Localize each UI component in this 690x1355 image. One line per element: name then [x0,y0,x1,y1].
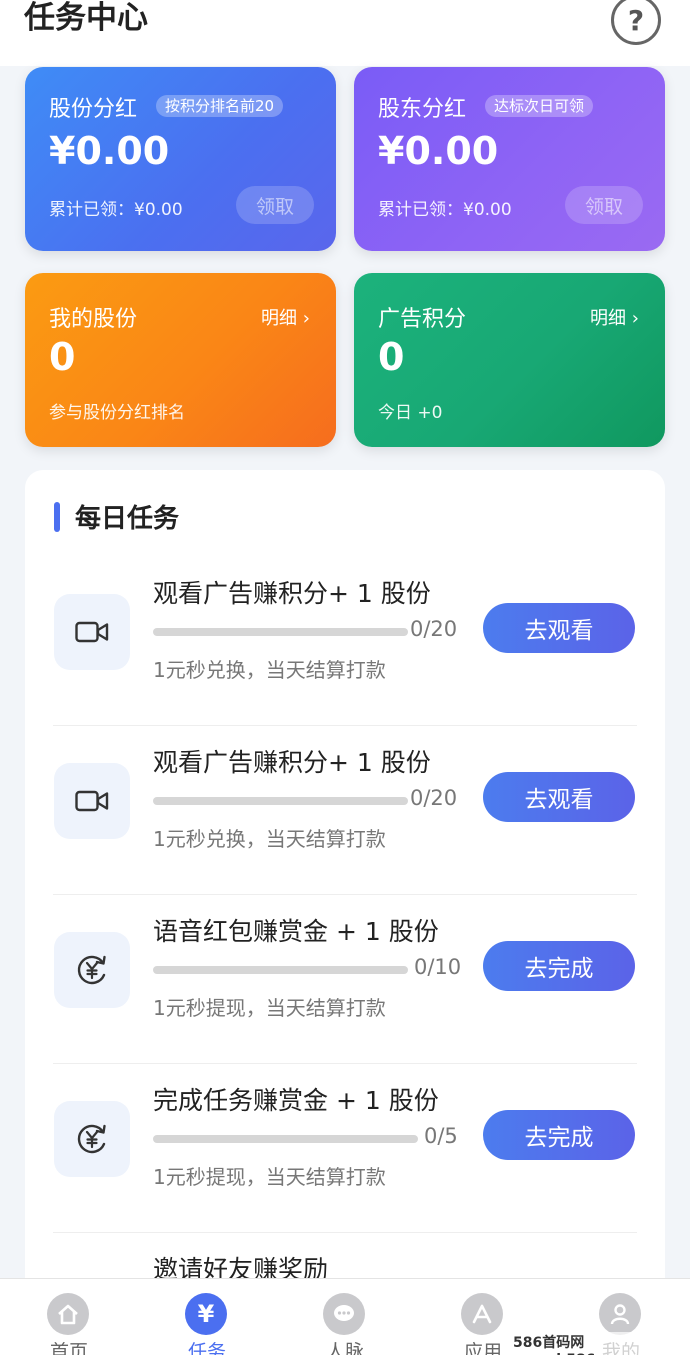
tab-network[interactable]: 人脉 [276,1279,414,1355]
card-title: 股份分红 [49,97,138,122]
task-icon-box [54,1101,130,1177]
header: 任务中心 ? [0,0,690,66]
task-description: 1元秒提现，当天结算打款 [153,996,386,1020]
task-title: 观看广告赚积分+ 1 股份 [153,748,431,777]
tab-label: 首页 [49,1341,88,1355]
progress-bar [153,797,408,805]
tab-label: 任务 [187,1341,226,1355]
task-icon-box [54,763,130,839]
task-title: 语音红包赚赏金 + 1 股份 [153,917,439,946]
section-title: 每日任务 [75,504,180,534]
ad-points-card[interactable]: 广告积分 明细 › 0 今日 +0 [354,273,665,447]
tab-label: 人脉 [325,1341,364,1355]
task-row: 观看广告赚积分+ 1 股份 0/20 1元秒兑换，当天结算打款 去观看 [25,557,665,726]
user-icon [599,1293,641,1335]
progress-text: 0/10 [414,955,462,979]
task-title: 完成任务赚赏金 + 1 股份 [153,1086,439,1115]
task-icon-box [54,594,130,670]
daily-tasks-panel: 每日任务 观看广告赚积分+ 1 股份 0/20 1元秒兑换，当天结算打款 去观看… [25,470,665,1355]
dividend-amount: ¥0.00 [378,129,499,173]
rank-badge: 按积分排名前20 [156,95,284,117]
total-claimed-text: 累计已领：¥0.00 [378,200,512,220]
yuan-icon: ¥ [185,1293,227,1335]
video-camera-icon [75,790,109,812]
page-title: 任务中心 [24,0,148,36]
progress-bar [153,628,408,636]
today-points: 今日 +0 [378,403,443,423]
progress-bar [153,966,408,974]
claim-button[interactable]: 领取 [236,186,314,224]
details-link[interactable]: 明细 › [590,304,639,330]
tab-tasks[interactable]: ¥ 任务 [138,1279,276,1355]
card-title: 广告积分 [378,307,467,332]
task-row: 语音红包赚赏金 + 1 股份 0/10 1元秒提现，当天结算打款 去完成 [25,895,665,1064]
total-claimed-text: 累计已领：¥0.00 [49,200,183,220]
question-circle-icon: ? [627,3,645,37]
progress-text: 0/20 [410,617,458,641]
shares-count: 0 [49,335,76,379]
task-title: 观看广告赚积分+ 1 股份 [153,579,431,608]
app-store-icon [461,1293,503,1335]
yuan-refresh-icon [77,1124,106,1154]
home-icon [47,1293,89,1335]
my-shares-card[interactable]: 我的股份 明细 › 0 参与股份分红排名 [25,273,336,447]
site-watermark: 586首码网 www.h586.com [511,1332,690,1355]
help-button[interactable]: ? [611,0,661,45]
card-title: 我的股份 [49,307,138,332]
watch-ad-button[interactable]: 去观看 [483,772,635,822]
tab-home[interactable]: 首页 [0,1279,138,1355]
complete-task-button[interactable]: 去完成 [483,941,635,991]
claim-button[interactable]: 领取 [565,186,643,224]
points-count: 0 [378,335,405,379]
watch-ad-button[interactable]: 去观看 [483,603,635,653]
dividend-amount: ¥0.00 [49,129,170,173]
task-description: 1元秒提现，当天结算打款 [153,1165,386,1189]
details-link[interactable]: 明细 › [261,304,310,330]
task-icon-box [54,932,130,1008]
task-row: 完成任务赚赏金 + 1 股份 0/5 1元秒提现，当天结算打款 去完成 [25,1064,665,1233]
yuan-refresh-icon [77,955,106,985]
task-description: 1元秒兑换，当天结算打款 [153,658,386,682]
eligibility-badge: 达标次日可领 [485,95,594,117]
shares-subtitle: 参与股份分红排名 [49,403,185,423]
task-description: 1元秒兑换，当天结算打款 [153,827,386,851]
section-accent-bar [54,502,60,532]
shareholder-dividend-card: 股东分红 达标次日可领 ¥0.00 累计已领：¥0.00 领取 [354,67,665,251]
complete-task-button[interactable]: 去完成 [483,1110,635,1160]
task-row: 观看广告赚积分+ 1 股份 0/20 1元秒兑换，当天结算打款 去观看 [25,726,665,895]
video-camera-icon [75,621,109,643]
card-title: 股东分红 [378,97,467,122]
progress-text: 0/20 [410,786,458,810]
progress-text: 0/5 [424,1124,458,1148]
progress-bar [153,1135,418,1143]
chat-icon [323,1293,365,1335]
stock-dividend-card: 股份分红 按积分排名前20 ¥0.00 累计已领：¥0.00 领取 [25,67,336,251]
